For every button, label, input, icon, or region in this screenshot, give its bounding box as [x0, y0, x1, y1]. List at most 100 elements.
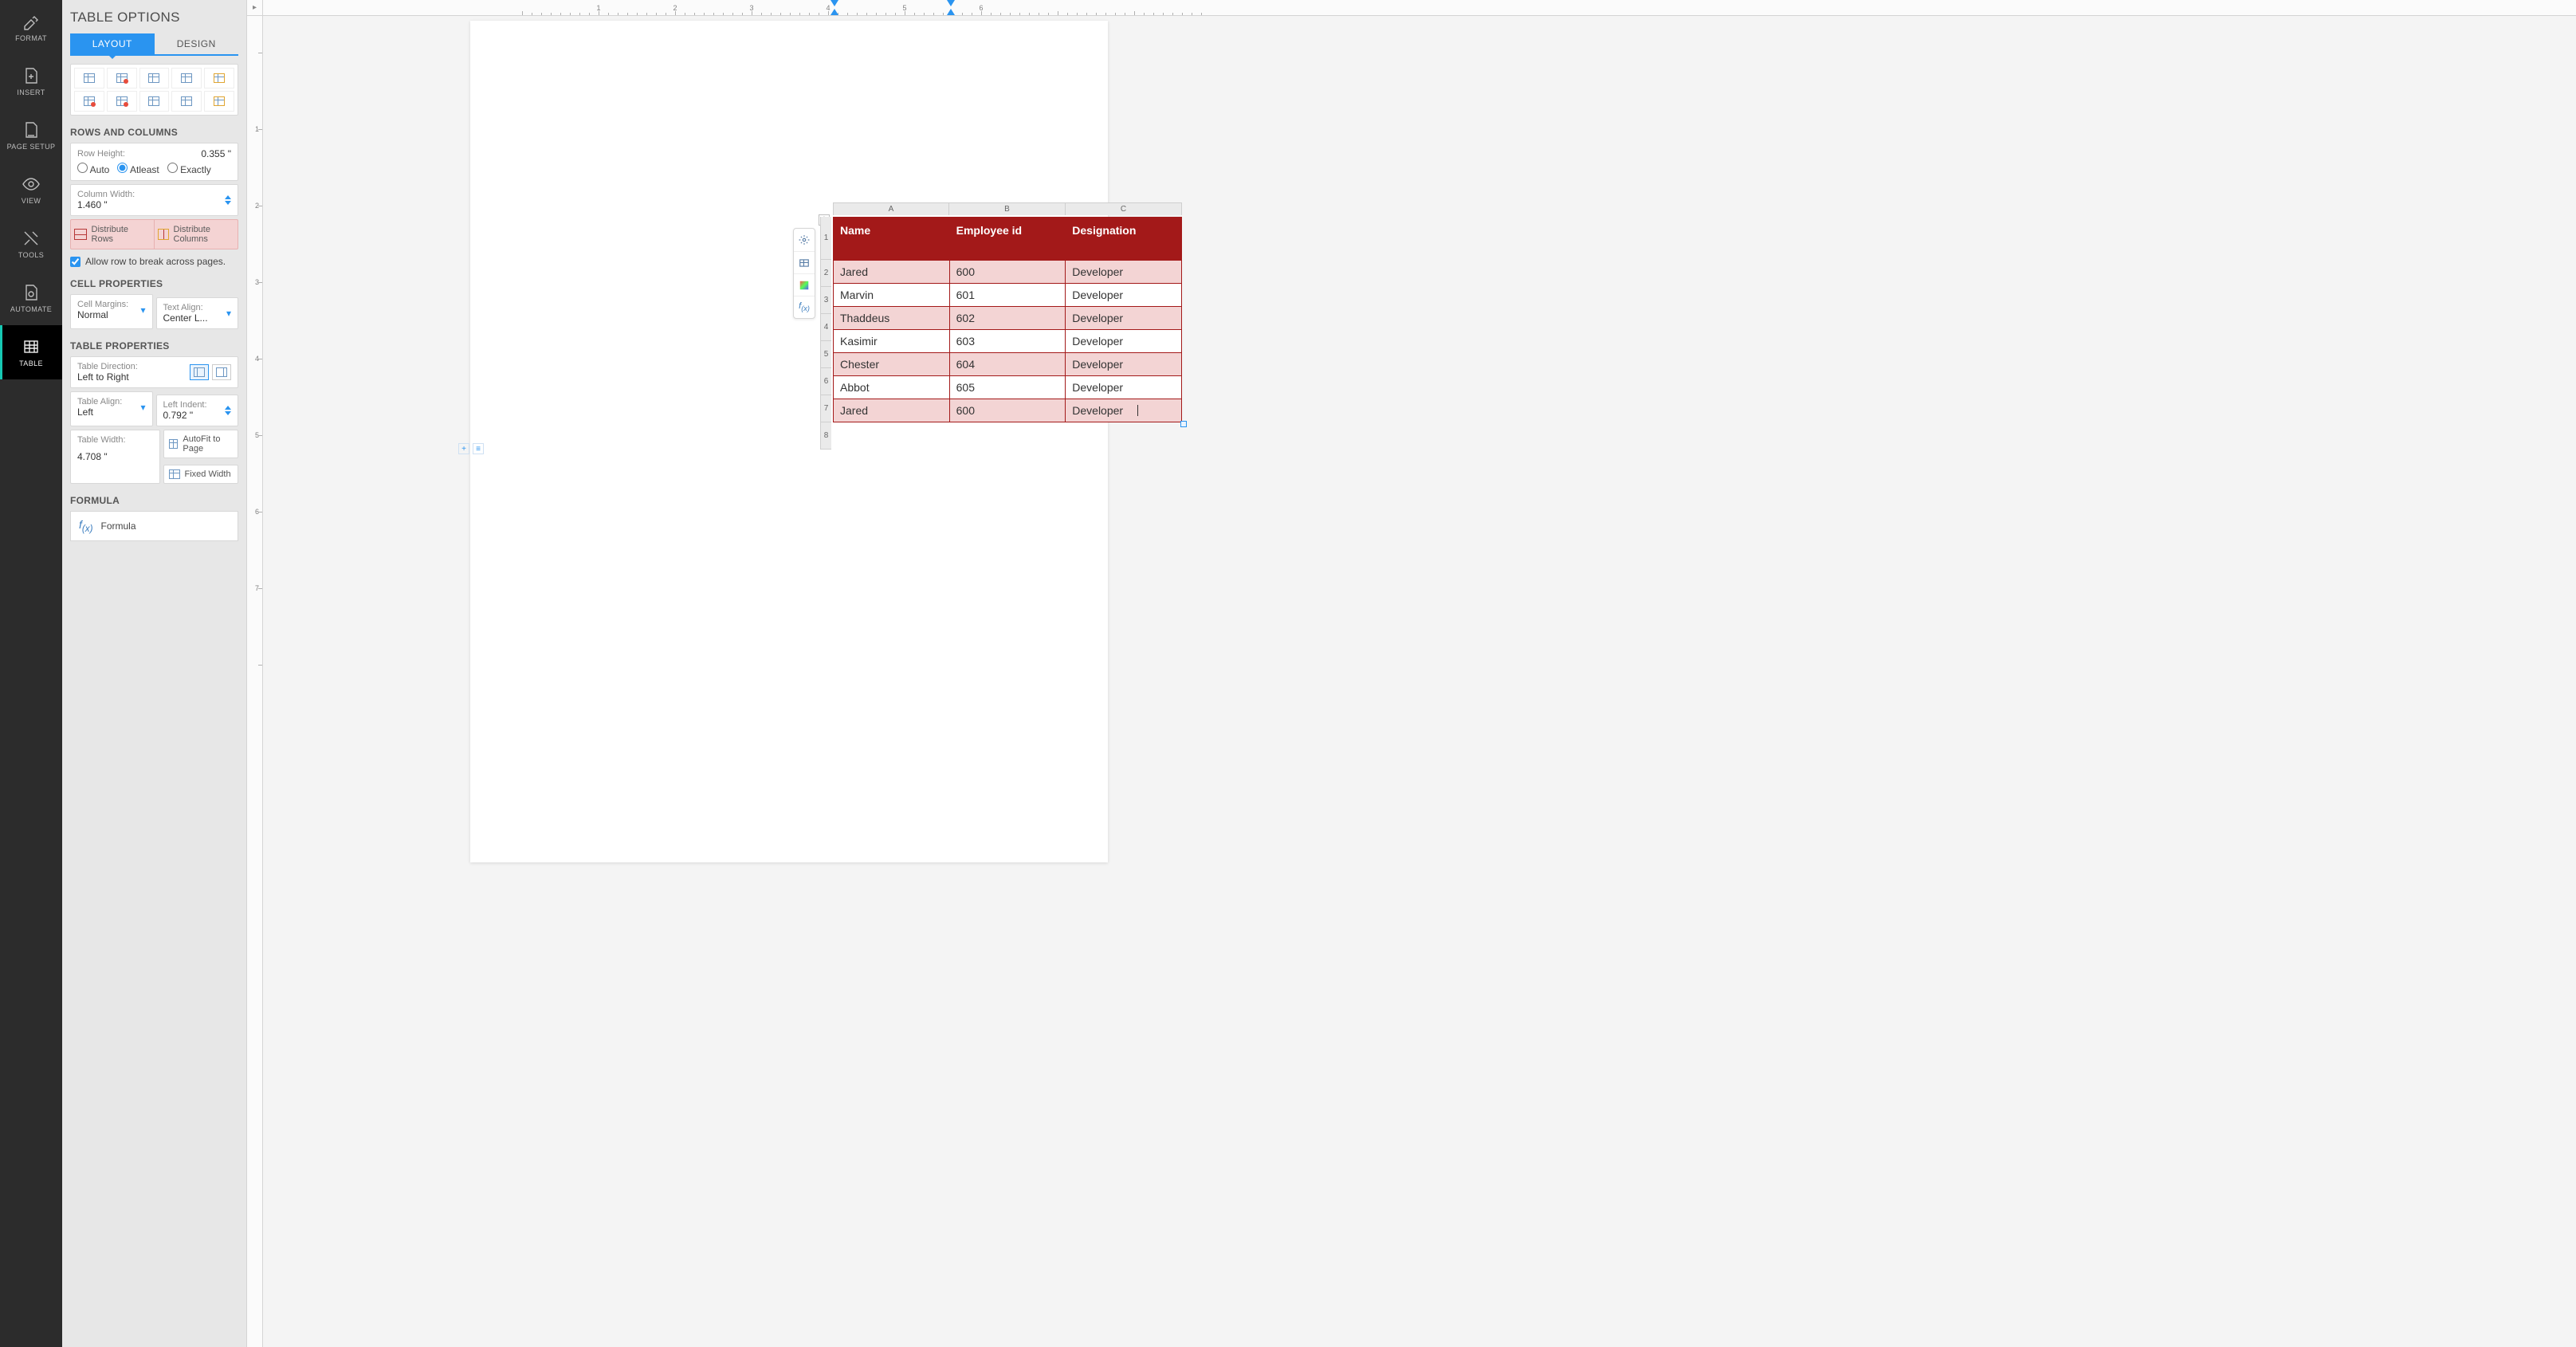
left-indent-input[interactable]: Left Indent: 0.792 ": [156, 395, 239, 426]
distribute-rows-button[interactable]: Distribute Rows: [71, 220, 154, 249]
document-table[interactable]: NameEmployee idDesignationJared600Develo…: [833, 217, 1182, 422]
table-resize-handle[interactable]: [1180, 421, 1187, 427]
radio-exactly[interactable]: Exactly: [167, 163, 211, 175]
table-row[interactable]: Marvin601Developer: [834, 284, 1182, 307]
col-width-spinner[interactable]: [225, 195, 231, 205]
row-number[interactable]: 6: [820, 368, 831, 395]
distribute-cols-icon: [158, 229, 169, 240]
split-cells-button[interactable]: [171, 91, 202, 112]
delete-column-button[interactable]: [74, 91, 104, 112]
table-cell[interactable]: Developer: [1066, 261, 1182, 284]
cell-margins-select[interactable]: Cell Margins: Normal ▾: [70, 294, 153, 329]
table-cell[interactable]: 600: [949, 261, 1066, 284]
merge-cells-button[interactable]: [139, 91, 170, 112]
table-align-select[interactable]: Table Align: Left ▾: [70, 391, 153, 426]
table-row[interactable]: Jared600Developer: [834, 261, 1182, 284]
table-row[interactable]: Thaddeus602Developer: [834, 307, 1182, 330]
table-cell[interactable]: Marvin: [834, 284, 950, 307]
tab-design[interactable]: DESIGN: [155, 33, 239, 56]
table-cell[interactable]: Developer: [1066, 284, 1182, 307]
table-cell[interactable]: Kasimir: [834, 330, 950, 353]
horizontal-ruler[interactable]: 123456: [263, 0, 2576, 16]
table-row[interactable]: Jared600Developer: [834, 399, 1182, 422]
table-color-button[interactable]: [794, 273, 815, 296]
col-width-label: Column Width:: [77, 190, 135, 199]
table-cell[interactable]: 605: [949, 376, 1066, 399]
table-row[interactable]: Chester604Developer: [834, 353, 1182, 376]
table-row[interactable]: Kasimir603Developer: [834, 330, 1182, 353]
document-page[interactable]: + ≡ ✥ f(x) ABC 12345678 NameEmployee idD…: [470, 21, 1108, 862]
table-header-cell[interactable]: Name: [834, 218, 950, 261]
page-icon: [22, 120, 41, 139]
table-header-cell[interactable]: Employee id: [949, 218, 1066, 261]
table-cell[interactable]: 601: [949, 284, 1066, 307]
radio-atleast[interactable]: Atleast: [117, 163, 159, 175]
page-notes-icon[interactable]: ≡: [473, 443, 484, 454]
table-header-cell[interactable]: Designation: [1066, 218, 1182, 261]
rail-view[interactable]: VIEW: [0, 163, 62, 217]
row-number[interactable]: 1: [820, 217, 831, 260]
tab-layout[interactable]: LAYOUT: [70, 33, 155, 56]
table-cell[interactable]: Thaddeus: [834, 307, 950, 330]
row-number[interactable]: 7: [820, 395, 831, 422]
rail-automate[interactable]: AUTOMATE: [0, 271, 62, 325]
row-number[interactable]: 2: [820, 260, 831, 287]
col-width-card[interactable]: Column Width: 1.460 ": [70, 184, 238, 216]
table-settings-button[interactable]: [794, 229, 815, 251]
table-cell[interactable]: Developer: [1066, 330, 1182, 353]
table-cell[interactable]: Developer: [1066, 307, 1182, 330]
row-number[interactable]: 4: [820, 314, 831, 341]
formula-button[interactable]: f(x) Formula: [70, 511, 238, 541]
row-col-tool-grid: [70, 64, 238, 116]
table-row-nums: 12345678: [820, 217, 831, 450]
insert-col-left-button[interactable]: [139, 68, 170, 88]
tools-icon: [22, 229, 41, 248]
autofit-page-button[interactable]: AutoFit to Page: [163, 430, 239, 458]
ruler-corner[interactable]: ▸: [247, 0, 263, 16]
radio-auto[interactable]: Auto: [77, 163, 109, 175]
table-cell[interactable]: 602: [949, 307, 1066, 330]
table-cell[interactable]: 600: [949, 399, 1066, 422]
rail-page-setup[interactable]: PAGE SETUP: [0, 108, 62, 163]
col-letter[interactable]: C: [1066, 202, 1182, 215]
rail-table[interactable]: TABLE: [0, 325, 62, 379]
row-height-value[interactable]: 0.355 ": [201, 148, 231, 159]
rail-format[interactable]: FORMAT: [0, 0, 62, 54]
table-cell[interactable]: Abbot: [834, 376, 950, 399]
insert-row-above-button[interactable]: [74, 68, 104, 88]
table-cell[interactable]: 604: [949, 353, 1066, 376]
row-number[interactable]: 5: [820, 341, 831, 368]
table-cell[interactable]: Developer: [1066, 376, 1182, 399]
page-add-icon[interactable]: +: [458, 443, 469, 454]
table-cell[interactable]: Developer: [1066, 353, 1182, 376]
insert-header-col-button[interactable]: [204, 91, 234, 112]
row-number[interactable]: 3: [820, 287, 831, 314]
text-align-select[interactable]: Text Align: Center L... ▾: [156, 297, 239, 329]
distribute-cols-button[interactable]: Distribute Columns: [154, 220, 238, 249]
insert-col-right-button[interactable]: [171, 68, 202, 88]
vertical-ruler[interactable]: 1234567: [247, 16, 263, 1347]
table-dir-ltr-button[interactable]: [190, 364, 209, 380]
col-letter[interactable]: A: [833, 202, 949, 215]
allow-break-checkbox[interactable]: Allow row to break across pages.: [70, 256, 238, 267]
document-canvas[interactable]: ▸ 123456 1234567 + ≡ ✥ f(x) ABC 12345678…: [247, 0, 2576, 1347]
insert-header-row-button[interactable]: [204, 68, 234, 88]
table-cell[interactable]: Developer: [1066, 399, 1182, 422]
table-layout-button[interactable]: [794, 251, 815, 273]
delete-row-button[interactable]: [107, 68, 137, 88]
table-row[interactable]: Abbot605Developer: [834, 376, 1182, 399]
fixed-width-button[interactable]: Fixed Width: [163, 465, 239, 484]
table-cell[interactable]: Chester: [834, 353, 950, 376]
table-cell[interactable]: 603: [949, 330, 1066, 353]
left-indent-spinner[interactable]: [225, 406, 231, 415]
eye-icon: [22, 175, 41, 194]
table-cell[interactable]: Jared: [834, 399, 950, 422]
rail-tools[interactable]: TOOLS: [0, 217, 62, 271]
table-cell[interactable]: Jared: [834, 261, 950, 284]
delete-table-button[interactable]: [107, 91, 137, 112]
table-dir-rtl-button[interactable]: [212, 364, 231, 380]
row-number[interactable]: 8: [820, 422, 831, 450]
rail-insert[interactable]: INSERT: [0, 54, 62, 108]
table-formula-button[interactable]: f(x): [794, 296, 815, 318]
col-letter[interactable]: B: [949, 202, 1066, 215]
